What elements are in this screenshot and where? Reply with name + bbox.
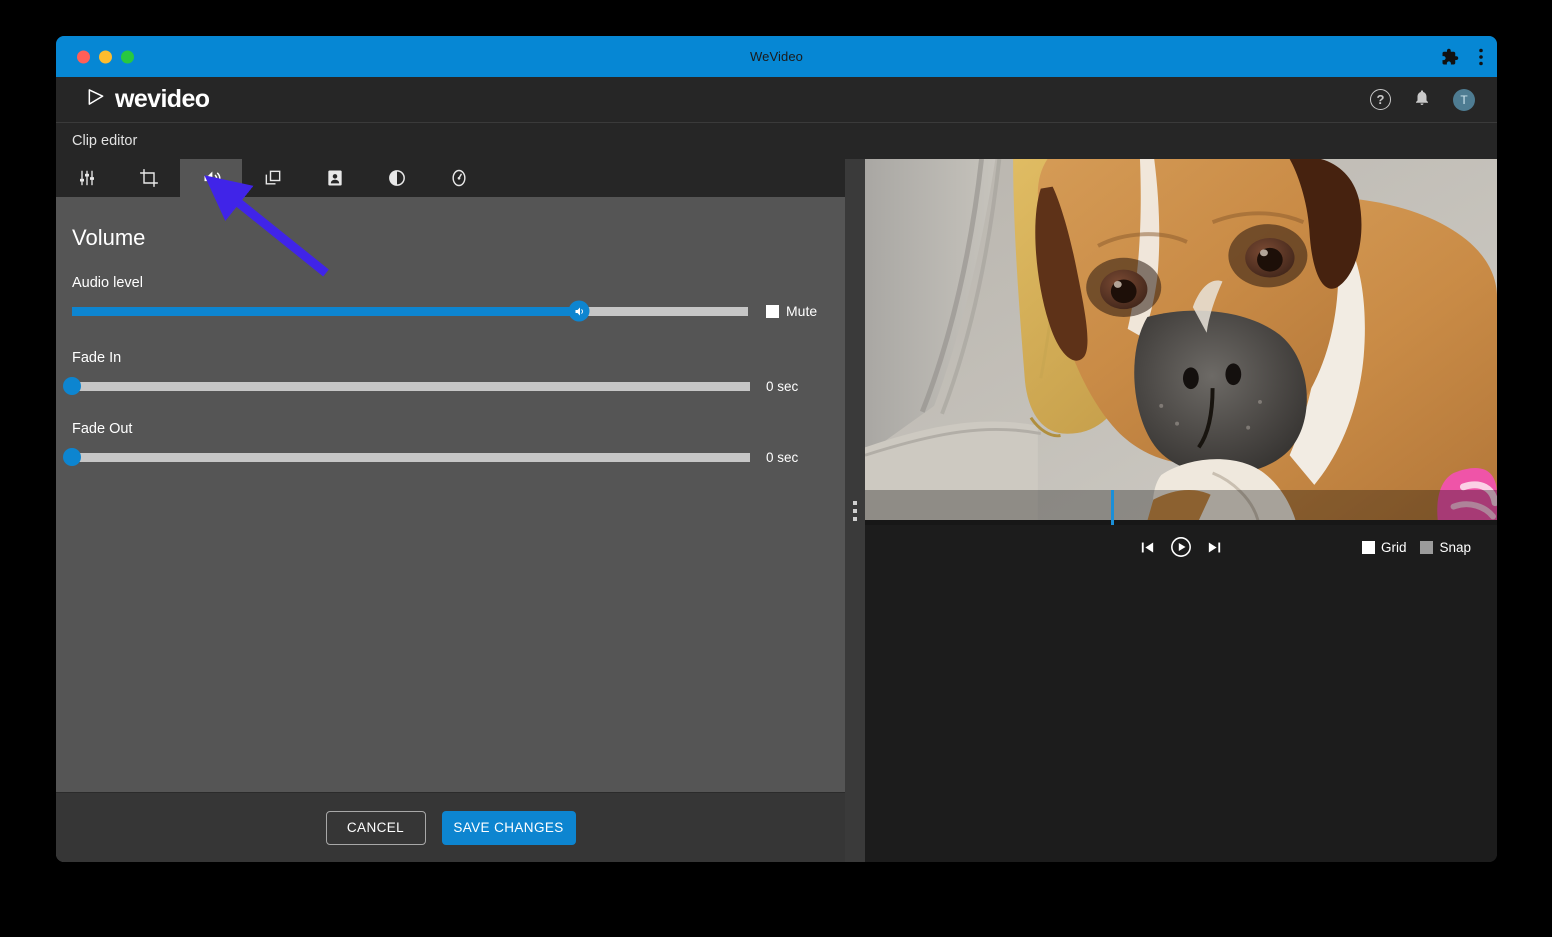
app-header: wevideo ? T — [56, 77, 1497, 122]
fade-out-thumb[interactable] — [63, 448, 81, 466]
audio-level-thumb[interactable] — [568, 300, 590, 322]
skip-to-start-icon[interactable] — [1139, 539, 1156, 556]
panel-drag-handle[interactable] — [845, 159, 865, 862]
traffic-lights — [77, 50, 134, 63]
audio-level-slider[interactable] — [72, 300, 748, 322]
play-circle-icon[interactable] — [1170, 536, 1192, 558]
transport-controls — [1139, 536, 1223, 558]
tab-crop[interactable] — [118, 159, 180, 197]
control-fade-out: Fade Out 0 sec — [56, 421, 845, 466]
title-bar-actions — [1441, 48, 1483, 66]
preview-panel: Grid Snap — [865, 159, 1497, 862]
fade-out-label: Fade Out — [72, 421, 133, 437]
tab-volume[interactable] — [180, 159, 242, 197]
fade-in-value: 0 sec — [766, 378, 799, 394]
header-actions: ? T — [1370, 88, 1475, 112]
minimize-window-button[interactable] — [99, 50, 112, 63]
grid-label: Grid — [1380, 539, 1407, 555]
snap-toggle[interactable]: Snap — [1420, 540, 1471, 555]
save-changes-button[interactable]: SAVE CHANGES — [441, 810, 576, 845]
close-window-button[interactable] — [77, 50, 90, 63]
snap-label: Snap — [1439, 539, 1471, 555]
preview-toggles: Grid Snap — [1361, 539, 1471, 555]
playhead-indicator[interactable] — [1111, 490, 1115, 525]
app-window: WeVideo wevideo ? T Clip editor Volume A… — [56, 36, 1497, 862]
clip-editor-breadcrumb: Clip editor — [56, 122, 1497, 159]
clip-editor-panel: Volume Audio level Mute Fade In 0 sec Fa… — [56, 159, 845, 862]
tab-contrast[interactable] — [366, 159, 428, 197]
skip-to-end-icon[interactable] — [1206, 539, 1223, 556]
drag-handle-dots-icon — [853, 500, 857, 521]
cancel-button[interactable]: CANCEL — [325, 810, 426, 845]
tab-layers[interactable] — [242, 159, 304, 197]
panel-title: Volume — [72, 225, 146, 250]
page-title: Clip editor — [72, 133, 138, 149]
volume-panel: Volume Audio level Mute Fade In 0 sec Fa… — [56, 197, 845, 792]
fade-out-value: 0 sec — [766, 449, 799, 465]
browser-title-bar: WeVideo — [56, 36, 1497, 77]
grid-checkbox[interactable] — [1361, 540, 1375, 554]
control-audio-level: Audio level Mute — [56, 275, 845, 322]
snap-checkbox[interactable] — [1420, 540, 1434, 554]
audio-level-label: Audio level — [72, 275, 143, 291]
play-triangle-icon — [86, 87, 106, 112]
fade-in-label: Fade In — [72, 350, 122, 366]
mute-checkbox-row[interactable]: Mute — [766, 303, 817, 319]
tab-person[interactable] — [304, 159, 366, 197]
timeline-empty-area — [865, 569, 1497, 862]
video-frame — [865, 159, 1497, 521]
preview-controls: Grid Snap — [865, 525, 1497, 569]
avatar[interactable]: T — [1453, 88, 1475, 111]
tab-adjust[interactable] — [56, 159, 118, 197]
control-fade-in: Fade In 0 sec — [56, 350, 845, 395]
window-title: WeVideo — [750, 49, 803, 64]
panel-footer: CANCEL SAVE CHANGES — [56, 792, 845, 862]
editor-tab-strip — [56, 159, 845, 197]
fade-out-slider[interactable] — [63, 448, 750, 466]
tab-speed[interactable] — [428, 159, 490, 197]
logo-text: wevideo — [115, 85, 210, 113]
question-mark-icon[interactable]: ? — [1370, 89, 1391, 110]
mute-label: Mute — [786, 303, 818, 319]
video-preview[interactable] — [865, 159, 1497, 525]
preview-scrub-strip[interactable] — [865, 490, 1497, 525]
mute-checkbox[interactable] — [766, 304, 779, 318]
puzzle-piece-icon[interactable] — [1441, 48, 1459, 66]
maximize-window-button[interactable] — [121, 50, 134, 63]
grid-toggle[interactable]: Grid — [1361, 539, 1407, 555]
fade-in-thumb[interactable] — [63, 377, 81, 395]
fade-in-slider[interactable] — [63, 377, 750, 395]
editor-body: Volume Audio level Mute Fade In 0 sec Fa… — [56, 159, 1497, 862]
kebab-menu-icon[interactable] — [1479, 48, 1483, 66]
wevideo-logo[interactable]: wevideo — [86, 85, 210, 114]
bell-icon[interactable] — [1413, 88, 1431, 112]
